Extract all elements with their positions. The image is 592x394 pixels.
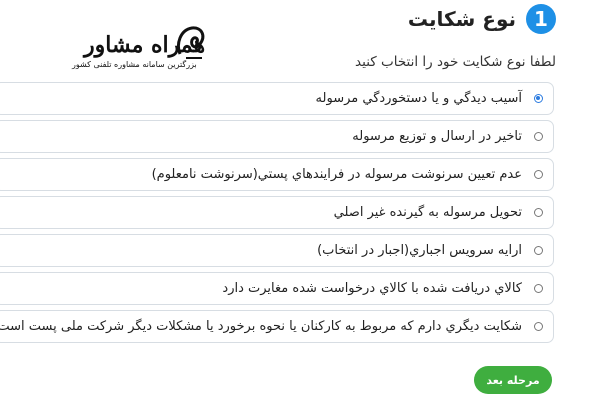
next-step-button[interactable]: مرحله بعد: [474, 366, 552, 394]
radio-icon[interactable]: [534, 208, 543, 217]
option-delay[interactable]: تاخير در ارسال و توزيع مرسوله: [0, 120, 554, 153]
step-header: 1 نوع شکايت: [408, 4, 556, 34]
radio-icon[interactable]: [534, 132, 543, 141]
option-label: ارايه سرويس اجباري(اجبار در انتخاب): [317, 243, 522, 258]
option-label: تحويل مرسوله به گيرنده غير اصلي: [333, 205, 522, 220]
radio-icon[interactable]: [534, 170, 543, 179]
radio-icon[interactable]: [534, 246, 543, 255]
option-label: کالاي دريافت شده با کالاي درخواست شده مغ…: [222, 281, 522, 296]
option-forced-service[interactable]: ارايه سرويس اجباري(اجبار در انتخاب): [0, 234, 554, 267]
option-wrong-recipient[interactable]: تحويل مرسوله به گيرنده غير اصلي: [0, 196, 554, 229]
option-label: آسيب ديدگي و يا دستخوردگي مرسوله: [315, 91, 522, 106]
option-other-complaint[interactable]: شکايت ديگري دارم که مربوط به کارکنان يا …: [0, 310, 554, 343]
watermark-brand: همراه مشاور: [84, 32, 206, 58]
option-unknown-fate[interactable]: عدم تعيين سرنوشت مرسوله در فرايندهاي پست…: [0, 158, 554, 191]
option-label: تاخير در ارسال و توزيع مرسوله: [352, 129, 522, 144]
complaint-type-options: آسيب ديدگي و يا دستخوردگي مرسوله تاخير د…: [0, 82, 554, 348]
radio-icon[interactable]: [534, 322, 543, 331]
step-title: نوع شکايت: [407, 7, 516, 31]
radio-icon[interactable]: [534, 284, 543, 293]
step-number-badge: 1: [526, 4, 556, 34]
option-label: شکايت ديگري دارم که مربوط به کارکنان يا …: [0, 319, 522, 334]
watermark-logo: همراه مشاور بزرگترین سامانه مشاوره تلفنی…: [68, 24, 214, 78]
instruction-text: لطفا نوع شکايت خود را انتخاب کنيد: [355, 54, 556, 70]
option-item-mismatch[interactable]: کالاي دريافت شده با کالاي درخواست شده مغ…: [0, 272, 554, 305]
option-label: عدم تعيين سرنوشت مرسوله در فرايندهاي پست…: [151, 167, 522, 182]
radio-selected-icon[interactable]: [534, 94, 543, 103]
option-damage[interactable]: آسيب ديدگي و يا دستخوردگي مرسوله: [0, 82, 554, 115]
watermark-tagline: بزرگترین سامانه مشاوره تلفنی کشور: [72, 60, 197, 69]
